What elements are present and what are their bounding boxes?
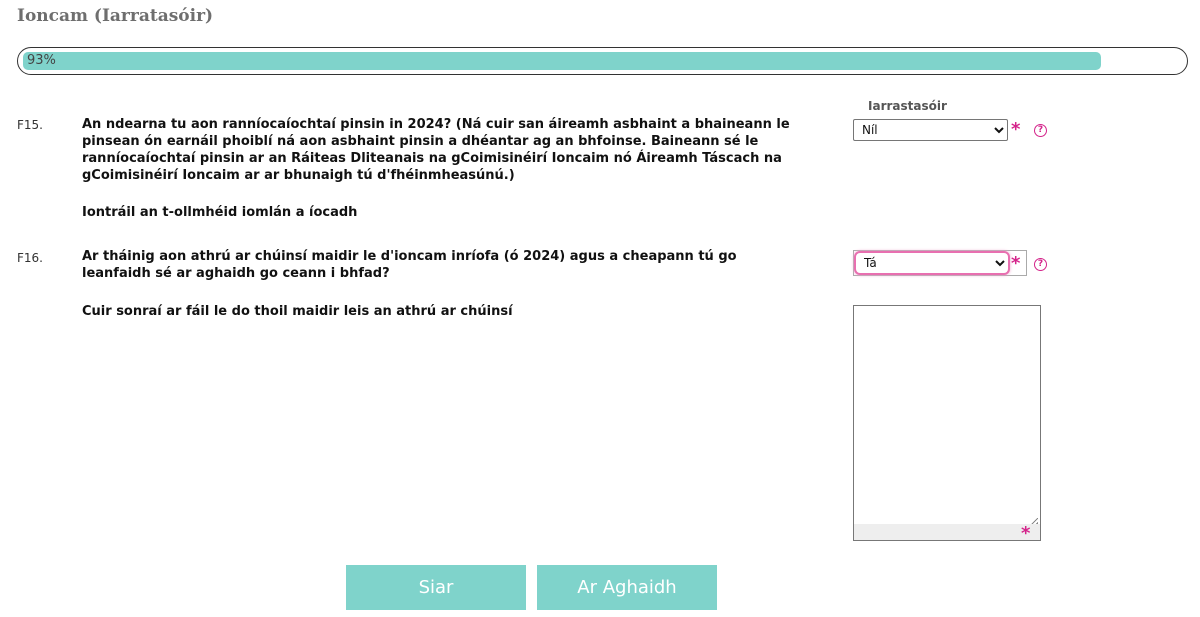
question-text-f16: Ar tháinig aon athrú ar chúinsí maidir l…	[82, 249, 737, 281]
help-icon-f16[interactable]: ?	[1034, 258, 1047, 271]
page-title: Ioncam (Iarratasóir)	[17, 6, 214, 26]
textarea-footer	[854, 524, 1040, 540]
column-header: Iarrastasóir	[868, 99, 947, 113]
required-asterisk-f15: *	[1011, 119, 1021, 140]
question-followup-f16: Cuir sonraí ar fáil le do thoil maidir l…	[82, 304, 513, 319]
answer-select-f15-wrap: Níl	[853, 119, 1008, 141]
progress-label: 93%	[27, 53, 56, 68]
help-icon-f15[interactable]: ?	[1034, 124, 1047, 137]
answer-select-f15[interactable]: Níl	[853, 119, 1008, 141]
next-button[interactable]: Ar Aghaidh	[537, 565, 717, 610]
details-textarea-wrap	[853, 305, 1041, 541]
answer-select-f16[interactable]: Tá	[854, 251, 1010, 275]
progress-fill	[23, 52, 1101, 70]
question-text-f15: An ndearna tu aon ranníocaíochtaí pinsin…	[82, 117, 790, 183]
question-number-f16: F16.	[17, 251, 43, 265]
back-button[interactable]: Siar	[346, 565, 526, 610]
question-followup-f15: Iontráil an t-ollmhéid iomlán a íocadh	[82, 205, 358, 220]
required-asterisk-details: *	[1021, 523, 1031, 544]
question-number-f15: F15.	[17, 118, 43, 132]
answer-select-f16-wrap: Tá	[853, 250, 1027, 276]
details-textarea[interactable]	[854, 306, 1040, 524]
required-asterisk-f16: *	[1011, 253, 1021, 274]
progress-bar: 93%	[17, 47, 1188, 75]
